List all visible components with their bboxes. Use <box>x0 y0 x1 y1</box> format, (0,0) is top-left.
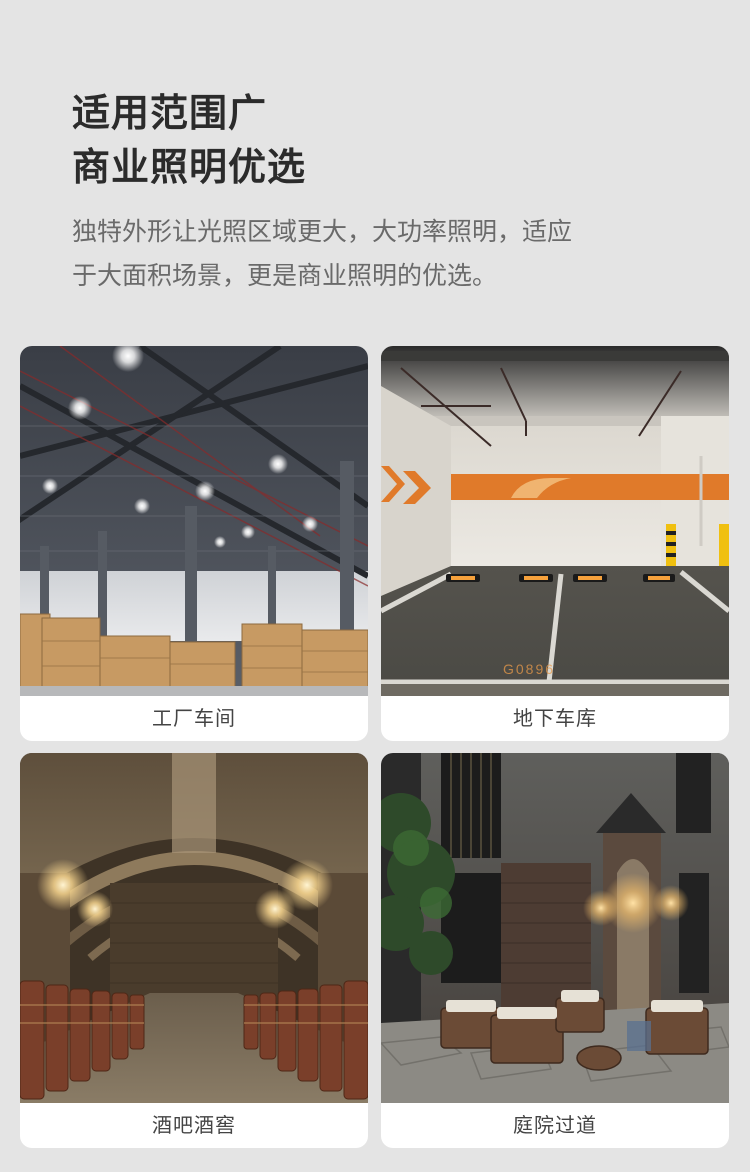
scene-label-courtyard: 庭院过道 <box>513 1113 597 1137</box>
courtyard-photo <box>381 753 729 1103</box>
factory-photo <box>20 346 368 696</box>
scene-card-garage: G0896 地下车库 <box>381 346 729 741</box>
scene-card-factory: 工厂车间 <box>20 346 368 741</box>
scene-label-garage: 地下车库 <box>513 706 597 730</box>
headline-line-2: 商业照明优选 <box>72 145 307 189</box>
scene-label-cellar: 酒吧酒窖 <box>152 1113 236 1137</box>
description: 独特外形让光照区域更大，大功率照明，适应 于大面积场景，更是商业照明的优选。 <box>72 210 692 298</box>
scene-card-cellar: 酒吧酒窖 <box>20 753 368 1148</box>
garage-floor-marking: G0896 <box>503 661 555 677</box>
scene-label-factory: 工厂车间 <box>152 706 236 730</box>
headline-line-1: 适用范围广 <box>72 91 268 135</box>
scene-card-courtyard: 庭院过道 <box>381 753 729 1148</box>
headline: 适用范围广 商业照明优选 <box>72 86 306 194</box>
cellar-photo <box>20 753 368 1103</box>
description-line-2: 于大面积场景，更是商业照明的优选。 <box>72 261 498 290</box>
description-line-1: 独特外形让光照区域更大，大功率照明，适应 <box>72 217 573 246</box>
garage-photo: G0896 <box>381 346 729 696</box>
